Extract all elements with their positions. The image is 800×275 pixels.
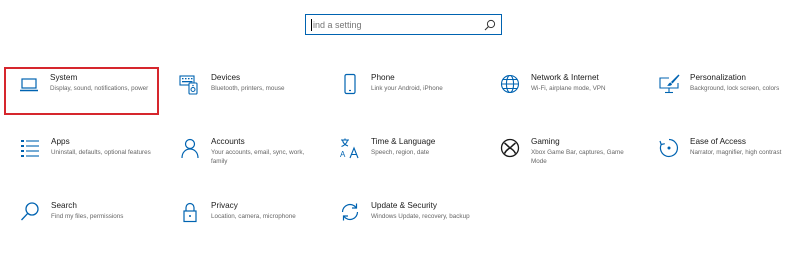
tile-title: Devices	[211, 73, 241, 82]
tile-description: Location, camera, microphone	[211, 213, 296, 220]
keyboard-speaker-icon	[179, 73, 201, 95]
tile-accounts[interactable]: Accounts Your accounts, email, sync, work…	[167, 133, 317, 179]
tile-title: Accounts	[211, 137, 245, 146]
tile-description: Xbox Game Bar, captures, Game Mode	[531, 149, 624, 165]
tile-update-security[interactable]: Update & Security Windows Update, recover…	[327, 197, 477, 243]
globe-icon	[499, 73, 521, 95]
tile-title: Ease of Access	[690, 137, 746, 146]
svg-text:A: A	[340, 150, 346, 159]
phone-icon	[339, 73, 361, 95]
lock-icon	[179, 201, 201, 223]
tile-ease-of-access[interactable]: Ease of Access Narrator, magnifier, high …	[646, 133, 796, 179]
tile-title: Apps	[51, 137, 70, 146]
tile-network-internet[interactable]: Network & Internet Wi-Fi, airplane mode, …	[487, 69, 637, 115]
tile-description: Display, sound, notifications, power	[50, 85, 149, 92]
paintbrush-monitor-icon	[658, 73, 680, 95]
tile-devices[interactable]: Devices Bluetooth, printers, mouse	[167, 69, 317, 115]
tile-title: Privacy	[211, 201, 238, 210]
tile-description: Background, lock screen, colors	[690, 85, 780, 92]
tile-description: Your accounts, email, sync, work, family	[211, 149, 305, 165]
search-icon[interactable]	[483, 18, 497, 32]
text-caret	[311, 18, 312, 31]
tile-system[interactable]: System Display, sound, notifications, pow…	[4, 67, 159, 115]
search-icon	[19, 201, 41, 223]
tile-time-language[interactable]: A Time & Language Speech, region, date	[327, 133, 477, 179]
person-icon	[179, 137, 201, 159]
tile-title: Gaming	[531, 137, 560, 146]
tile-description: Narrator, magnifier, high contrast	[690, 149, 782, 156]
ease-of-access-icon	[658, 137, 680, 159]
tile-description: Speech, region, date	[371, 149, 430, 156]
tile-title: Update & Security	[371, 201, 437, 210]
xbox-icon	[499, 137, 521, 159]
tile-title: Search	[51, 201, 77, 210]
tile-apps[interactable]: Apps Uninstall, defaults, optional featur…	[7, 133, 157, 179]
tile-description: Link your Android, iPhone	[371, 85, 443, 92]
tile-gaming[interactable]: Gaming Xbox Game Bar, captures, Game Mode	[487, 133, 637, 179]
apps-list-icon	[19, 137, 41, 159]
tile-privacy[interactable]: Privacy Location, camera, microphone	[167, 197, 317, 243]
tile-title: Network & Internet	[531, 73, 599, 82]
tile-title: Time & Language	[371, 137, 436, 146]
tile-search[interactable]: Search Find my files, permissions	[7, 197, 157, 243]
tile-title: System	[50, 73, 78, 82]
tile-description: Bluetooth, printers, mouse	[211, 85, 285, 92]
search-placeholder: ind a setting	[313, 19, 362, 30]
tile-description: Windows Update, recovery, backup	[371, 213, 470, 220]
tile-description: Uninstall, defaults, optional features	[51, 149, 151, 156]
find-setting-search-box[interactable]: ind a setting	[305, 14, 502, 35]
tile-title: Phone	[371, 73, 395, 82]
tile-title: Personalization	[690, 73, 746, 82]
tile-phone[interactable]: Phone Link your Android, iPhone	[327, 69, 477, 115]
tile-description: Find my files, permissions	[51, 213, 124, 220]
sync-icon	[339, 201, 361, 223]
laptop-icon	[18, 73, 40, 95]
tile-description: Wi-Fi, airplane mode, VPN	[531, 85, 606, 92]
tile-personalization[interactable]: Personalization Background, lock screen, …	[646, 69, 796, 115]
time-language-icon: A	[339, 137, 361, 159]
